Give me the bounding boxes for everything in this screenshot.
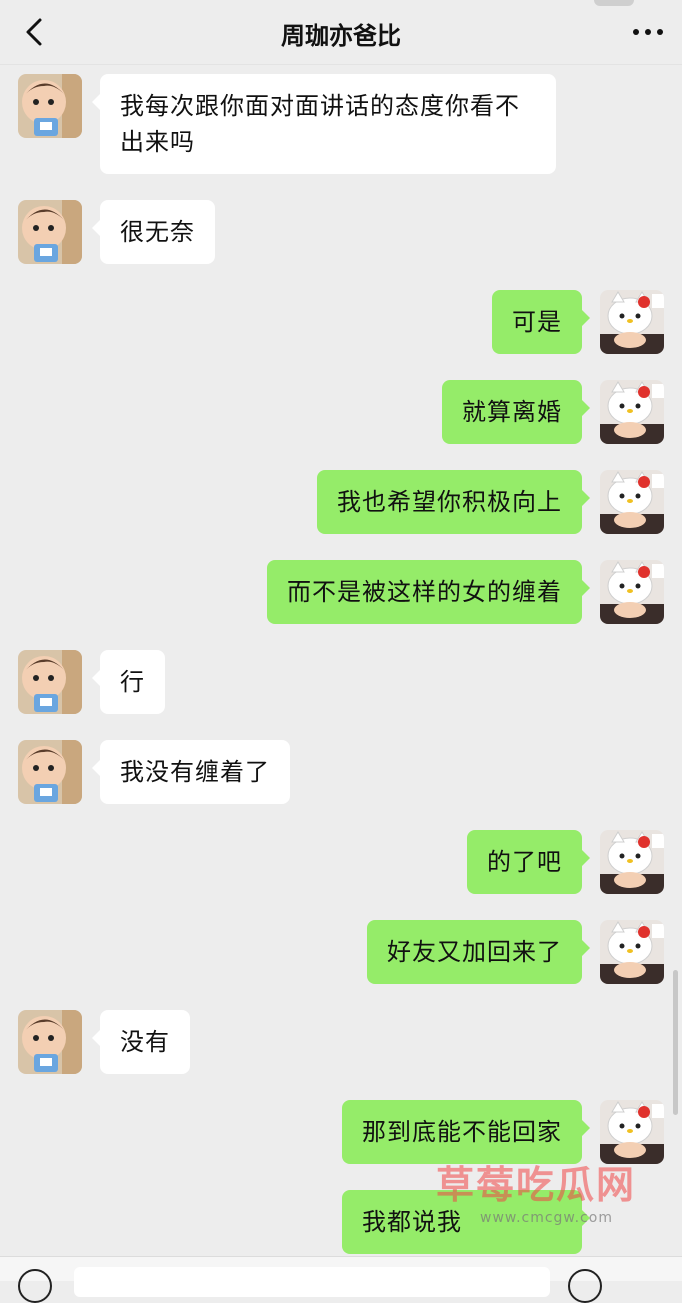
message-bubble[interactable]: 没有 <box>92 1010 190 1074</box>
baby-avatar-icon <box>18 740 82 804</box>
emoji-button[interactable] <box>568 1269 602 1303</box>
watermark-url: www.cmcgw.com <box>480 1210 613 1226</box>
avatar[interactable] <box>18 1010 82 1074</box>
message-bubble[interactable]: 行 <box>92 650 165 714</box>
avatar[interactable] <box>18 650 82 714</box>
avatar[interactable] <box>18 740 82 804</box>
chat-header: 周珈亦爸比 <box>0 0 682 65</box>
avatar[interactable] <box>18 200 82 264</box>
input-bar <box>0 1256 682 1303</box>
avatar[interactable] <box>600 470 664 534</box>
hello-kitty-avatar-icon <box>600 380 664 444</box>
avatar[interactable] <box>600 920 664 984</box>
more-dots-icon <box>633 29 663 35</box>
avatar[interactable] <box>600 830 664 894</box>
voice-button[interactable] <box>18 1269 52 1303</box>
message-bubble[interactable]: 我也希望你积极向上 <box>317 470 590 534</box>
more-button[interactable] <box>628 18 668 46</box>
scrollbar[interactable] <box>673 970 678 1115</box>
avatar[interactable] <box>18 74 82 138</box>
hello-kitty-avatar-icon <box>600 830 664 894</box>
message-bubble[interactable]: 的了吧 <box>467 830 590 894</box>
baby-avatar-icon <box>18 650 82 714</box>
baby-avatar-icon <box>18 200 82 264</box>
message-bubble[interactable]: 我没有缠着了 <box>92 740 290 804</box>
message-bubble[interactable]: 很无奈 <box>92 200 215 264</box>
message-bubble[interactable]: 好友又加回来了 <box>367 920 590 984</box>
message-bubble[interactable]: 我每次跟你面对面讲话的态度你看不出来吗 <box>92 74 556 174</box>
avatar[interactable] <box>600 560 664 624</box>
watermark-text: 草莓吃瓜网 <box>436 1163 637 1207</box>
message-input[interactable] <box>74 1267 550 1297</box>
chat-title: 周珈亦爸比 <box>281 22 401 50</box>
avatar[interactable] <box>600 290 664 354</box>
baby-avatar-icon <box>18 1010 82 1074</box>
baby-avatar-icon <box>18 74 82 138</box>
message-list[interactable]: 我每次跟你面对面讲话的态度你看不出来吗 很无奈 可是 就算离婚 我也希望你积极向… <box>0 64 682 1254</box>
hello-kitty-avatar-icon <box>600 920 664 984</box>
message-bubble[interactable]: 就算离婚 <box>442 380 590 444</box>
hello-kitty-avatar-icon <box>600 560 664 624</box>
hello-kitty-avatar-icon <box>600 470 664 534</box>
status-bar-battery <box>594 0 634 6</box>
message-bubble[interactable]: 而不是被这样的女的缠着 <box>267 560 590 624</box>
avatar[interactable] <box>600 380 664 444</box>
message-bubble[interactable]: 可是 <box>492 290 590 354</box>
hello-kitty-avatar-icon <box>600 290 664 354</box>
